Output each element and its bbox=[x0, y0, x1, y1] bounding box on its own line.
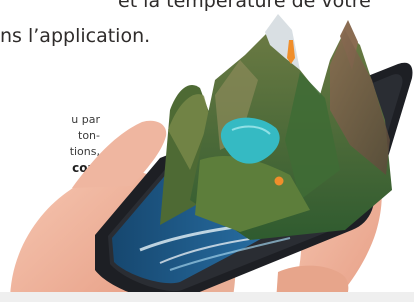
phone-ar-illustration bbox=[10, 14, 413, 302]
bottom-strip bbox=[0, 292, 414, 302]
